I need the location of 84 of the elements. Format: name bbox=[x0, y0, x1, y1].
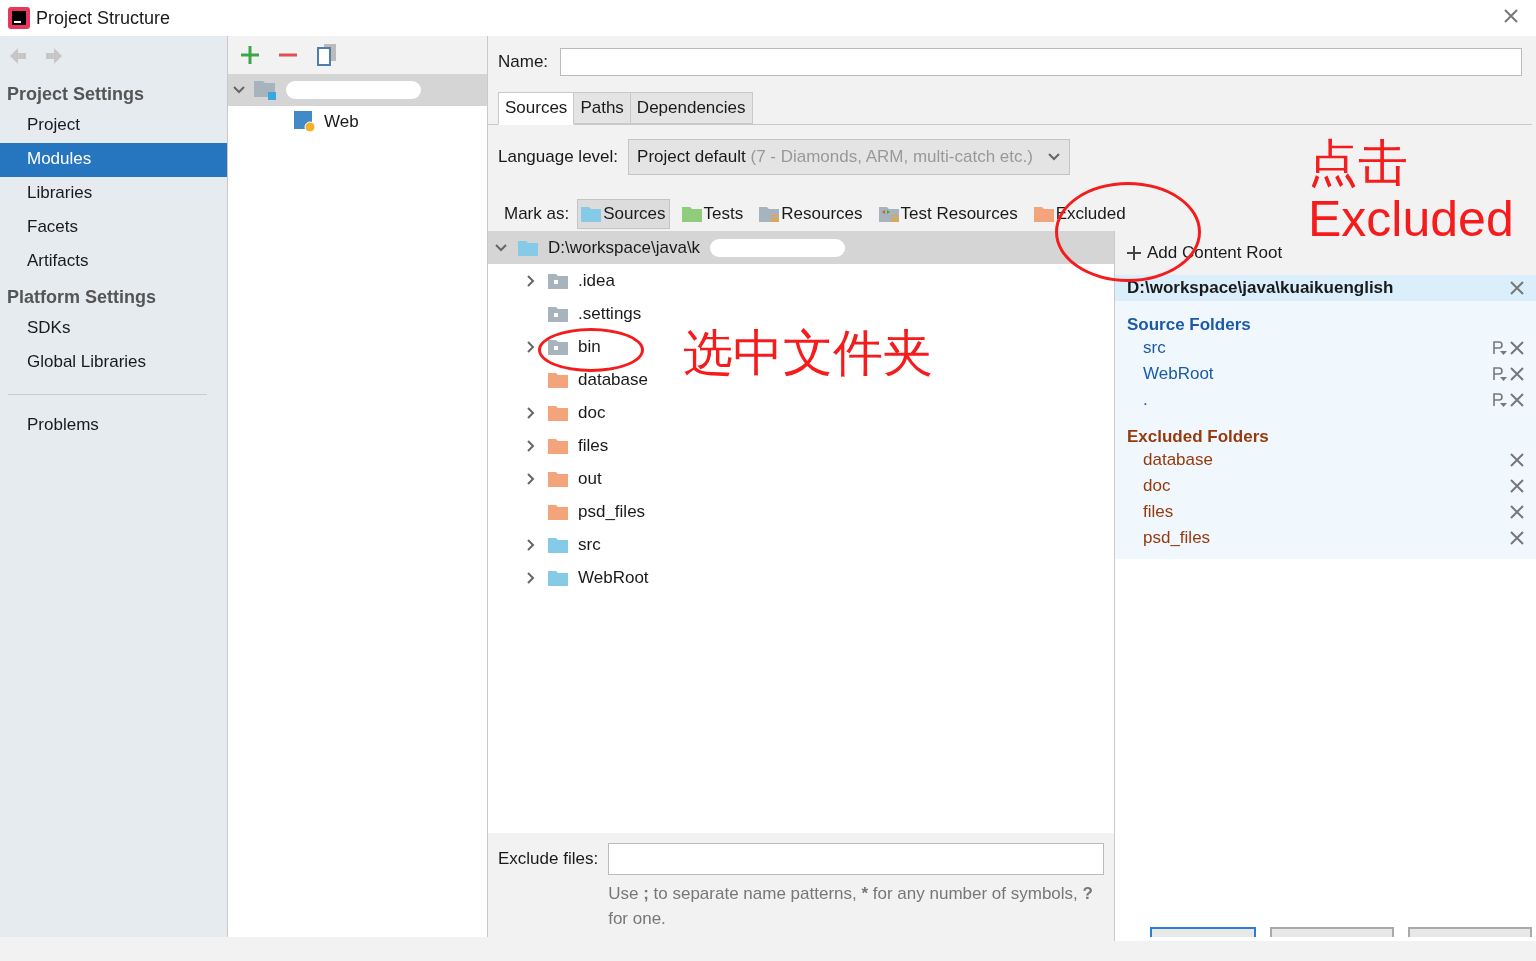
folder-entry: files bbox=[1143, 502, 1174, 522]
folder-icon bbox=[548, 569, 568, 586]
folder-icon bbox=[548, 338, 568, 355]
tree-item[interactable]: .settings bbox=[578, 303, 642, 324]
tree-item[interactable]: doc bbox=[578, 402, 606, 423]
folder-entry: psd_files bbox=[1143, 528, 1211, 548]
folder-icon bbox=[759, 206, 780, 222]
web-facet-icon bbox=[294, 111, 316, 133]
folder-icon bbox=[548, 536, 568, 553]
close-icon[interactable] bbox=[1510, 505, 1524, 519]
sidebar-item[interactable]: Artifacts bbox=[0, 245, 227, 279]
folder-icon bbox=[548, 437, 568, 454]
exclude-files-field[interactable] bbox=[608, 843, 1104, 875]
tree-item[interactable]: D:\workspace\java\k bbox=[548, 237, 701, 258]
hint-text: Use ; to separate name patterns, * for any number of symbols, ? for one. bbox=[608, 883, 1094, 930]
close-icon[interactable] bbox=[1510, 281, 1524, 295]
tab[interactable]: Sources bbox=[498, 92, 575, 125]
folder-icon bbox=[548, 272, 568, 289]
tree-item[interactable]: WebRoot bbox=[578, 567, 649, 588]
sidebar-item[interactable]: Libraries bbox=[0, 177, 227, 211]
tree-item[interactable]: files bbox=[578, 435, 609, 456]
section-heading: Source Folders bbox=[1127, 315, 1252, 335]
field-label: Name: bbox=[498, 52, 549, 72]
sidebar-heading: Project Settings bbox=[6, 83, 146, 106]
content-root-path: D:\workspace\java\kuaikuenglish bbox=[1127, 278, 1394, 298]
tree-item[interactable]: .idea bbox=[578, 270, 615, 291]
module-folder-icon bbox=[254, 80, 278, 100]
add-icon[interactable] bbox=[1127, 246, 1141, 260]
folder-icon bbox=[548, 470, 568, 487]
folder-icon bbox=[878, 206, 899, 222]
folder-entry: src bbox=[1143, 338, 1166, 358]
package-prefix-icon[interactable] bbox=[1492, 340, 1508, 356]
field-label: Language level: bbox=[498, 147, 619, 167]
sidebar-item[interactable]: Facets bbox=[0, 211, 227, 245]
field-label: Mark as: bbox=[504, 204, 570, 224]
folder-icon bbox=[681, 206, 702, 222]
window-title: Project Structure bbox=[36, 7, 171, 29]
close-icon[interactable] bbox=[1510, 393, 1524, 407]
mark-as-button[interactable]: Test Resources bbox=[874, 199, 1022, 229]
package-prefix-icon[interactable] bbox=[1492, 366, 1508, 382]
tree-item[interactable]: database bbox=[578, 369, 648, 390]
field-label: Exclude files: bbox=[498, 849, 599, 869]
copy-icon[interactable] bbox=[316, 43, 338, 67]
close-icon[interactable] bbox=[1510, 531, 1524, 545]
folder-icon bbox=[548, 305, 568, 322]
tab[interactable]: Dependencies bbox=[629, 92, 753, 124]
sidebar-item[interactable]: Project bbox=[0, 109, 227, 143]
close-icon[interactable] bbox=[1510, 453, 1524, 467]
tree-item[interactable]: out bbox=[578, 468, 602, 489]
package-prefix-icon[interactable] bbox=[1492, 392, 1508, 408]
folder-entry: . bbox=[1143, 390, 1148, 410]
folder-icon bbox=[548, 404, 568, 421]
close-icon[interactable] bbox=[1504, 9, 1518, 23]
sidebar-heading: Platform Settings bbox=[6, 286, 158, 309]
tab[interactable]: Paths bbox=[573, 92, 631, 124]
close-icon[interactable] bbox=[1510, 341, 1524, 355]
tree-item[interactable]: bin bbox=[578, 336, 601, 357]
folder-icon bbox=[1033, 206, 1054, 222]
annotation-text: 选中文件夹 bbox=[683, 325, 933, 381]
mark-as-button[interactable]: Resources bbox=[755, 199, 867, 229]
section-heading: Excluded Folders bbox=[1127, 427, 1270, 447]
folder-entry: database bbox=[1143, 450, 1213, 470]
folder-icon bbox=[581, 206, 602, 222]
folder-icon bbox=[548, 371, 568, 388]
folder-entry: WebRoot bbox=[1143, 364, 1214, 384]
folder-entry: doc bbox=[1143, 476, 1171, 496]
sidebar-item[interactable]: SDKs bbox=[0, 312, 227, 346]
tree-item[interactable]: src bbox=[578, 534, 601, 555]
close-icon[interactable] bbox=[1510, 479, 1524, 493]
folder-icon bbox=[518, 239, 538, 256]
name-field[interactable] bbox=[560, 48, 1522, 76]
app-logo-icon bbox=[8, 7, 30, 29]
language-level-dropdown[interactable]: Project default (7 - Diamonds, ARM, multi-catch etc.) bbox=[628, 139, 1070, 175]
mark-as-button[interactable]: Sources bbox=[577, 199, 670, 229]
sidebar-item[interactable]: Modules bbox=[0, 143, 227, 177]
close-icon[interactable] bbox=[1510, 367, 1524, 381]
mark-as-button[interactable]: Tests bbox=[677, 199, 748, 229]
tree-item[interactable]: Web bbox=[324, 112, 359, 132]
tree-item[interactable]: psd_files bbox=[578, 501, 646, 522]
sidebar-item[interactable]: Global Libraries bbox=[0, 346, 227, 380]
sidebar-item[interactable]: Problems bbox=[0, 409, 227, 443]
dialog-button[interactable] bbox=[1150, 927, 1256, 937]
folder-icon bbox=[548, 503, 568, 520]
annotation-text: 点击 Excluded bbox=[1308, 135, 1514, 247]
